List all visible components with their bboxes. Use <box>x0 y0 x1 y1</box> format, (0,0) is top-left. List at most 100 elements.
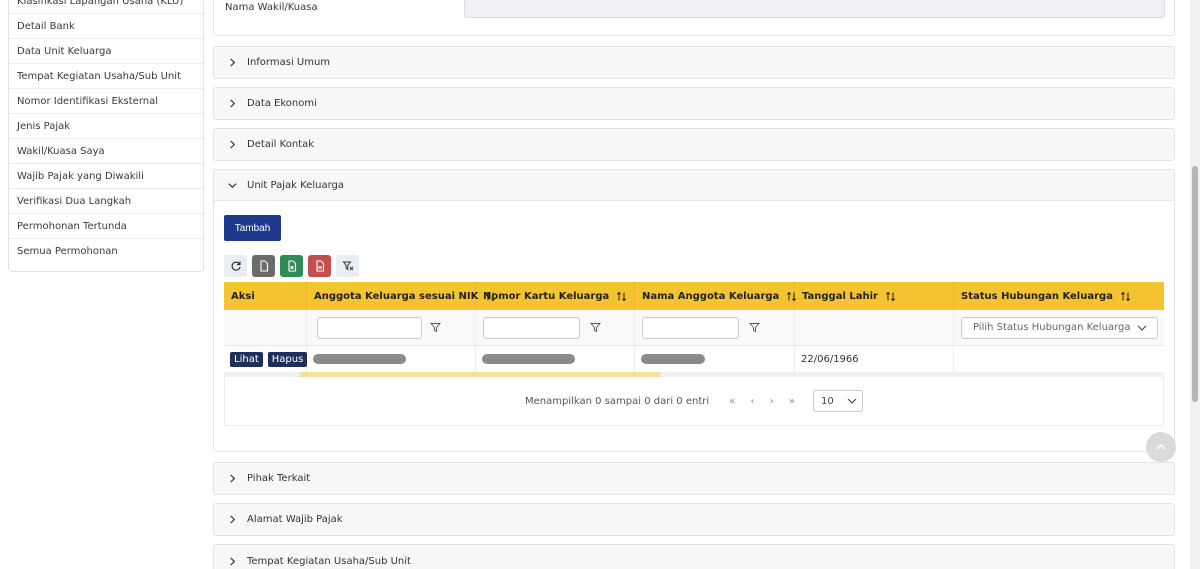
accordion-header-detail-kontak[interactable]: Detail Kontak <box>214 129 1174 160</box>
horizontal-scrollbar[interactable] <box>224 372 1164 377</box>
page-scrollbar[interactable] <box>1190 0 1200 569</box>
unit-pajak-table: Aksi Anggota Keluarga sesuai NIK Nomor K… <box>224 282 1164 426</box>
filter-cell-nik <box>307 310 476 345</box>
filter-cell-status: Pilih Status Hubungan Keluarga <box>954 310 1164 345</box>
sidebar-item-detail-bank[interactable]: Detail Bank <box>9 14 203 39</box>
cell-status <box>954 346 1164 372</box>
chevron-right-icon <box>227 58 237 68</box>
accordion-alamat-wajib-pajak: Alamat Wajib Pajak <box>213 503 1175 536</box>
accordion-informasi-umum: Informasi Umum <box>213 46 1175 79</box>
accordion-detail-kontak: Detail Kontak <box>213 128 1175 161</box>
sidebar-item-semua-permohonan[interactable]: Semua Permohonan <box>9 239 203 271</box>
sidebar-menu: Klasifikasi Lapangan Usaha (KLU) Detail … <box>8 0 204 272</box>
nama-wakil-kuasa-field <box>464 0 1165 18</box>
table-header: Aksi Anggota Keluarga sesuai NIK Nomor K… <box>224 282 1164 310</box>
cell-nama <box>635 346 795 372</box>
sidebar-item-klu[interactable]: Klasifikasi Lapangan Usaha (KLU) <box>9 0 203 14</box>
redacted-value <box>482 354 575 364</box>
accordion-title: Informasi Umum <box>247 57 331 68</box>
accordion-title: Pihak Terkait <box>247 473 311 484</box>
sidebar-item-jenis-pajak[interactable]: Jenis Pajak <box>9 114 203 139</box>
filter-icon[interactable] <box>430 322 441 333</box>
last-page-button[interactable]: » <box>789 396 795 407</box>
accordion-title: Alamat Wajib Pajak <box>247 514 343 525</box>
chevron-right-icon <box>227 99 237 109</box>
sidebar-item-wakil-kuasa[interactable]: Wakil/Kuasa Saya <box>9 139 203 164</box>
sidebar-item-tempat-kegiatan[interactable]: Tempat Kegiatan Usaha/Sub Unit <box>9 64 203 89</box>
filter-input-nik[interactable] <box>317 316 422 339</box>
sidebar-item-nomor-identifikasi[interactable]: Nomor Identifikasi Eksternal <box>9 89 203 114</box>
sidebar-item-wajib-pajak-diwakili[interactable]: Wajib Pajak yang Diwakili <box>9 164 203 189</box>
filter-input-nama[interactable] <box>642 316 739 339</box>
next-page-button[interactable]: › <box>770 396 774 407</box>
chevron-down-icon <box>1137 325 1147 331</box>
page-size-select[interactable]: 10 <box>812 390 863 412</box>
scrollbar-thumb[interactable] <box>1192 166 1198 402</box>
accordion-header-pihak-terkait[interactable]: Pihak Terkait <box>214 463 1174 494</box>
filter-icon[interactable] <box>590 322 601 333</box>
chevron-right-icon <box>227 556 237 566</box>
column-anggota-nik[interactable]: Anggota Keluarga sesuai NIK <box>307 282 496 310</box>
sidebar-item-permohonan-tertunda[interactable]: Permohonan Tertunda <box>9 214 203 239</box>
pdf-file-icon <box>315 260 324 272</box>
nama-wakil-kuasa-label: Nama Wakil/Kuasa <box>225 2 318 13</box>
cell-tanggal-lahir: 22/06/1966 <box>795 346 954 372</box>
sidebar-item-verifikasi-dua-langkah[interactable]: Verifikasi Dua Langkah <box>9 189 203 214</box>
column-nama-anggota[interactable]: Nama Anggota Keluarga <box>635 282 797 310</box>
filter-input-nomor-kk[interactable] <box>483 316 580 339</box>
accordion-title: Data Ekonomi <box>247 98 317 109</box>
accordion-unit-pajak-keluarga: Unit Pajak Keluarga Tambah Aksi Anggota … <box>213 169 1175 452</box>
accordion-header-data-ekonomi[interactable]: Data Ekonomi <box>214 88 1174 119</box>
accordion-header-alamat-wajib-pajak[interactable]: Alamat Wajib Pajak <box>214 504 1174 535</box>
column-aksi: Aksi <box>224 282 307 310</box>
accordion-header-unit-pajak-keluarga[interactable]: Unit Pajak Keluarga <box>214 170 1174 201</box>
table-toolbar <box>224 255 359 277</box>
accordion-header-tempat-kegiatan[interactable]: Tempat Kegiatan Usaha/Sub Unit <box>214 545 1174 569</box>
chevron-right-icon <box>227 515 237 525</box>
file-icon <box>259 260 268 272</box>
accordion-tempat-kegiatan: Tempat Kegiatan Usaha/Sub Unit <box>213 544 1175 569</box>
prev-page-button[interactable]: ‹ <box>750 396 754 407</box>
sort-icon <box>1120 291 1131 302</box>
chevron-down-icon <box>227 180 237 190</box>
sort-icon <box>616 291 627 302</box>
filter-cell-aksi <box>224 310 307 345</box>
accordion-title: Unit Pajak Keluarga <box>247 179 344 191</box>
lihat-button[interactable]: Lihat <box>230 351 263 367</box>
filter-row: Pilih Status Hubungan Keluarga <box>224 310 1164 346</box>
filter-icon[interactable] <box>749 322 760 333</box>
refresh-button[interactable] <box>224 255 247 277</box>
pagination-info: Menampilkan 0 sampai 0 dari 0 entri <box>525 395 710 407</box>
first-page-button[interactable]: « <box>729 396 735 407</box>
wakil-kuasa-card: Nama Wakil/Kuasa <box>213 0 1175 36</box>
cell-nomor-kk <box>476 346 635 372</box>
accordion-title: Tempat Kegiatan Usaha/Sub Unit <box>247 555 411 567</box>
column-nomor-kk[interactable]: Nomor Kartu Keluarga <box>476 282 635 310</box>
status-hubungan-select[interactable]: Pilih Status Hubungan Keluarga <box>961 316 1158 339</box>
refresh-icon <box>231 261 241 271</box>
clear-filter-button[interactable] <box>336 255 359 277</box>
chevron-up-icon <box>1156 443 1166 450</box>
export-file-button[interactable] <box>252 255 275 277</box>
scrollbar-thumb[interactable] <box>299 372 661 377</box>
export-excel-button[interactable] <box>280 255 303 277</box>
pagination-nav: « ‹ › » <box>723 396 801 407</box>
sort-icon <box>885 291 896 302</box>
filter-cell-nama <box>635 310 795 345</box>
table-row: Lihat Hapus 22/06/1966 <box>224 346 1164 372</box>
export-pdf-button[interactable] <box>308 255 331 277</box>
accordion-title: Detail Kontak <box>247 139 314 150</box>
column-tanggal-lahir[interactable]: Tanggal Lahir <box>795 282 954 310</box>
filter-cell-nomor-kk <box>476 310 635 345</box>
sidebar-item-data-unit-keluarga[interactable]: Data Unit Keluarga <box>9 39 203 64</box>
hapus-button[interactable]: Hapus <box>267 351 308 367</box>
accordion-header-informasi-umum[interactable]: Informasi Umum <box>214 47 1174 78</box>
excel-file-icon <box>287 260 296 272</box>
filter-cell-tanggal <box>795 310 954 345</box>
chevron-right-icon <box>227 140 237 150</box>
row-actions: Lihat Hapus <box>224 346 308 372</box>
column-status-hubungan[interactable]: Status Hubungan Keluarga <box>954 282 1164 310</box>
tambah-button[interactable]: Tambah <box>224 215 281 241</box>
scroll-to-top-button[interactable] <box>1146 432 1176 462</box>
redacted-value <box>313 354 406 364</box>
